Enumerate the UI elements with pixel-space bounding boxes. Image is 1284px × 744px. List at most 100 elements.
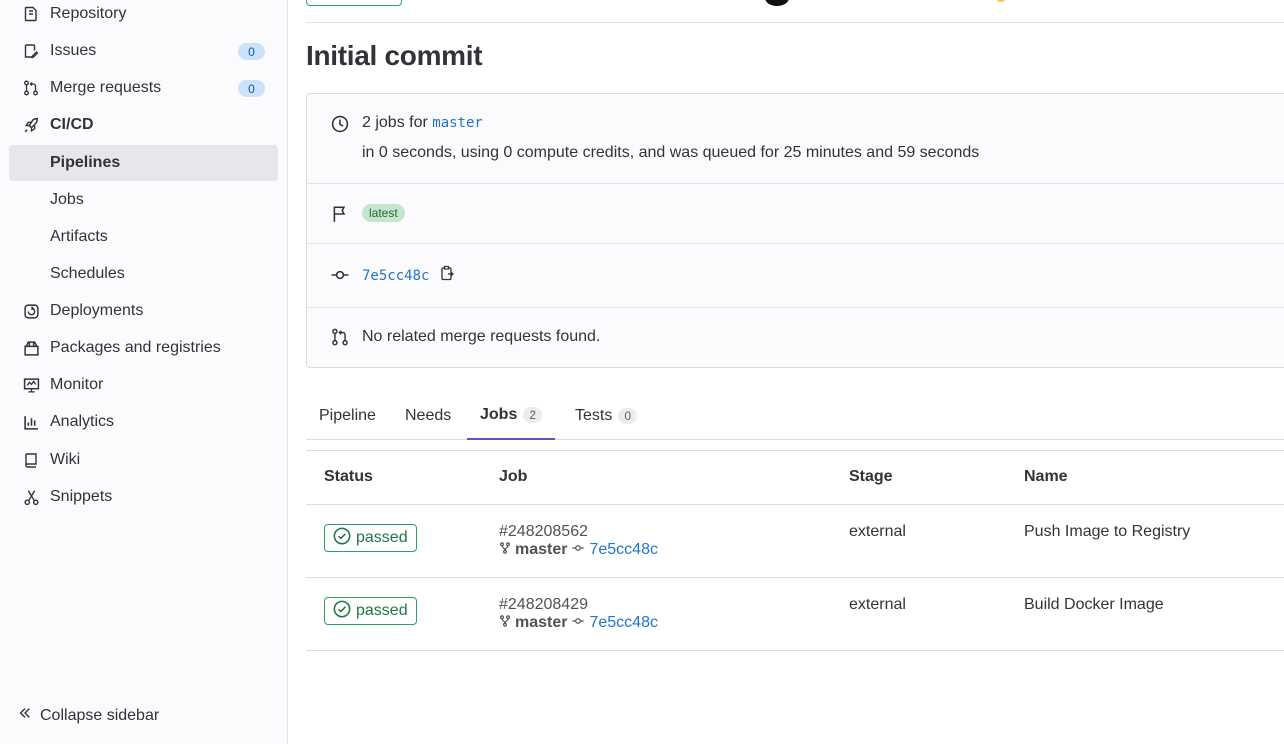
pipeline-commit-row: 7e5cc48c [307,244,1284,308]
branch-link[interactable]: master [432,115,483,131]
sidebar-item-repository[interactable]: Repository [9,0,278,32]
status-dot [996,0,1006,2]
sidebar-item-label: Issues [50,42,97,59]
job-stage: external [849,523,906,540]
sidebar-item-cicd[interactable]: CI/CD [9,107,278,143]
tab-count-badge: 0 [618,407,638,424]
job-name: Build Docker Image [1024,596,1164,613]
column-header-job: Job [499,468,528,485]
commit-sha-link[interactable]: 7e5cc48c [589,541,658,559]
sidebar-item-analytics[interactable]: Analytics [9,404,278,440]
count-badge: 0 [238,80,265,97]
double-chevron-left-icon [18,706,32,725]
table-row: passed #248208562 master 7e5cc48c extern… [306,505,1284,578]
check-circle-icon [333,600,351,623]
sidebar-item-merge-requests[interactable]: Merge requests 0 [9,70,278,106]
column-header-status: Status [324,468,373,485]
flag-icon [330,204,350,224]
sidebar-item-label: Jobs [50,191,84,208]
rocket-icon [22,116,40,134]
tab-label: Pipeline [319,406,376,424]
repository-icon [22,5,40,23]
sidebar-item-snippets[interactable]: Snippets [9,479,278,515]
book-icon [22,451,40,469]
sidebar-item-pipelines[interactable]: Pipelines [9,145,278,181]
sidebar-item-monitor[interactable]: Monitor [9,367,278,403]
branch-icon [499,541,511,559]
sidebar-item-label: Packages and registries [50,339,221,356]
jobs-summary: 2 jobs for master [362,114,483,132]
pipeline-header-strip [306,0,1284,23]
commit-icon [330,265,350,285]
check-circle-icon [333,527,351,550]
merge-request-icon [330,327,350,347]
status-badge[interactable]: passed [324,597,417,625]
pipeline-badges-row: latest [307,184,1284,244]
branch-link[interactable]: master [515,614,567,632]
copy-icon[interactable] [439,265,455,286]
sidebar-item-jobs[interactable]: Jobs [9,182,278,218]
branch-icon [499,614,511,632]
tab-pipeline[interactable]: Pipeline [306,391,389,440]
job-stage: external [849,596,906,613]
sidebar-item-label: Repository [50,5,127,22]
sidebar-item-label: Schedules [50,265,125,282]
sidebar-item-wiki[interactable]: Wiki [9,442,278,478]
commit-sha-link[interactable]: 7e5cc48c [362,268,429,284]
tab-jobs[interactable]: Jobs 2 [467,391,556,440]
sidebar-item-label: Pipelines [50,154,121,171]
job-id-link[interactable]: #248208429 [499,596,588,614]
table-header: Status Job Stage Name [306,450,1284,505]
issues-icon [22,42,40,60]
sidebar-item-artifacts[interactable]: Artifacts [9,219,278,255]
sidebar: Repository Issues 0 Merge requests 0 CI/… [0,0,288,744]
status-badge [306,0,402,6]
table-row: passed #248208429 master 7e5cc48c extern… [306,578,1284,651]
status-label: passed [356,602,408,619]
status-badge[interactable]: passed [324,524,417,552]
tab-label: Tests [575,406,613,424]
branch-link[interactable]: master [515,541,567,559]
tab-tests[interactable]: Tests 0 [562,391,650,440]
sidebar-item-label: Wiki [50,451,81,468]
sidebar-item-label: Snippets [50,488,113,505]
deployments-icon [22,302,40,320]
sidebar-item-label: Analytics [50,413,115,430]
commit-icon [571,541,585,559]
sidebar-item-schedules[interactable]: Schedules [9,256,278,292]
sidebar-item-label: Monitor [50,376,104,393]
job-id-link[interactable]: #248208562 [499,523,588,541]
merge-requests-text: No related merge requests found. [362,328,601,345]
job-ref: master 7e5cc48c [499,541,658,559]
tab-needs[interactable]: Needs [392,391,464,440]
tab-label: Needs [405,406,452,424]
duration-text: in 0 seconds, using 0 compute credits, a… [362,144,980,161]
sidebar-item-label: CI/CD [50,116,94,133]
pipeline-jobs-row: 2 jobs for master in 0 seconds, using 0 … [307,94,1284,184]
sidebar-item-packages[interactable]: Packages and registries [9,330,278,366]
pipeline-info-box: 2 jobs for master in 0 seconds, using 0 … [306,93,1284,368]
commit-icon [571,614,585,632]
status-label: passed [356,529,408,546]
column-header-stage: Stage [849,468,893,485]
monitor-icon [22,376,40,394]
collapse-sidebar-label: Collapse sidebar [40,706,160,724]
latest-badge: latest [362,204,405,222]
sidebar-item-issues[interactable]: Issues 0 [9,33,278,69]
column-header-name: Name [1024,468,1068,485]
collapse-sidebar-button[interactable]: Collapse sidebar [18,706,159,725]
merge-request-icon [22,79,40,97]
pipeline-tabs: Pipeline Needs Jobs 2 Tests 0 [306,391,1284,440]
pipeline-mr-row: No related merge requests found. [307,308,1284,369]
main-content: Initial commit 2 jobs for master in 0 se… [306,0,1284,744]
clock-icon [330,114,350,134]
tab-label: Jobs [480,405,518,423]
avatar[interactable] [765,0,789,6]
sidebar-item-label: Artifacts [50,228,108,245]
latest-badge-wrap: latest [362,204,405,222]
sidebar-item-label: Deployments [50,302,144,319]
sidebar-item-deployments[interactable]: Deployments [9,293,278,329]
commit-sha-link[interactable]: 7e5cc48c [589,614,658,632]
commit-info: 7e5cc48c [362,265,455,286]
jobs-prefix: 2 jobs for [362,114,428,131]
